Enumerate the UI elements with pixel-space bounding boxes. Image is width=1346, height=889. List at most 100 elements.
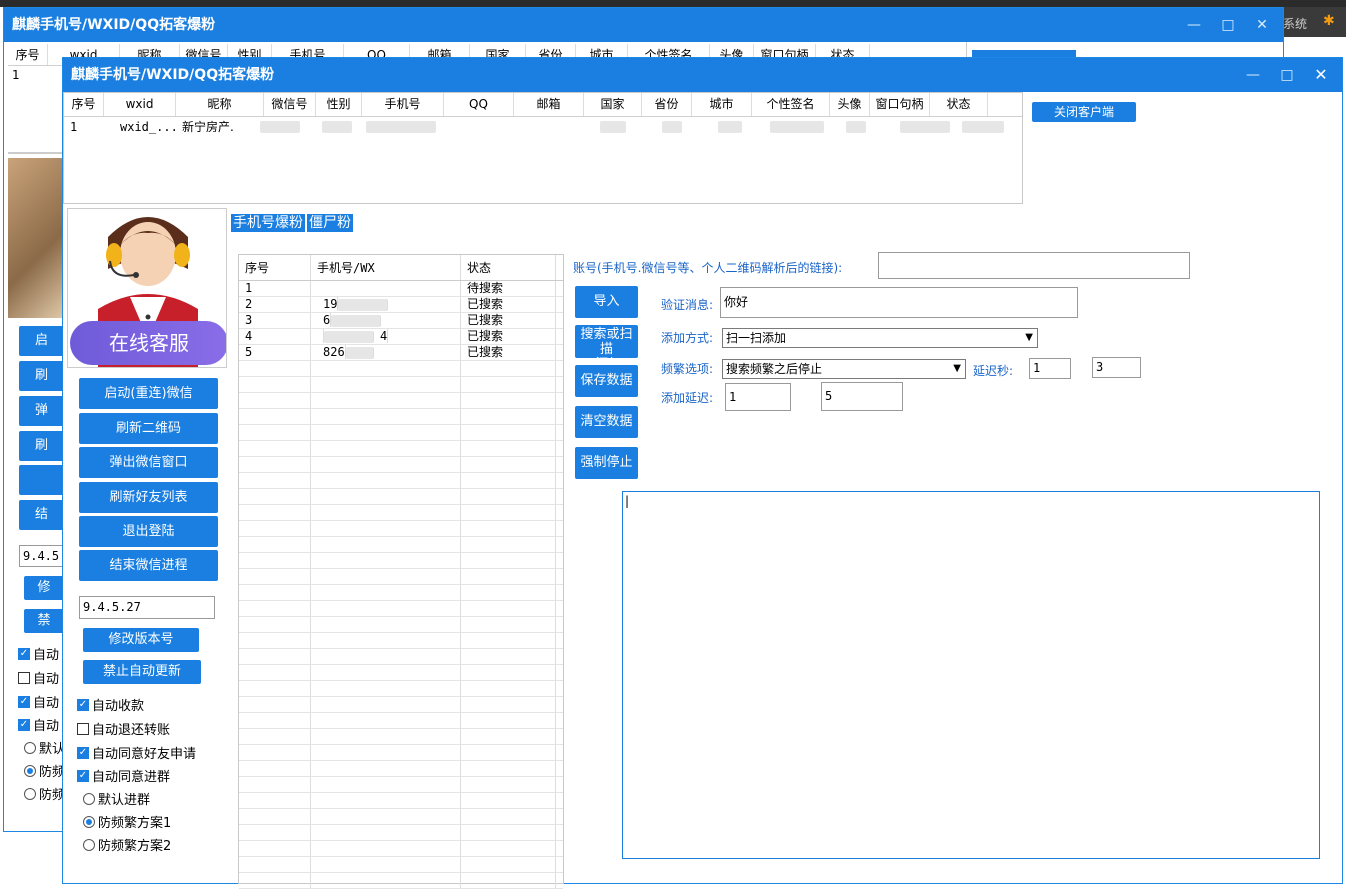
auto-accept-friend-checkbox[interactable]: ✓ 自动同意好友申请 <box>77 743 196 762</box>
background-app-text: 系统 <box>1283 17 1308 31</box>
refresh-friend-list-button[interactable]: 刷新好友列表 <box>79 482 218 513</box>
import-button[interactable]: 导入 <box>575 286 638 318</box>
version-input[interactable]: 9.4.5.27 <box>79 596 215 619</box>
back-minimize-icon[interactable]: — <box>1177 8 1211 42</box>
client-column-header[interactable]: 昵称 <box>176 93 264 116</box>
disable-auto-update-button[interactable]: 禁止自动更新 <box>83 660 201 684</box>
back-maximize-icon[interactable]: □ <box>1211 8 1245 42</box>
refresh-qrcode-button[interactable]: 刷新二维码 <box>79 413 218 444</box>
client-column-header[interactable]: 窗口句柄 <box>870 93 930 116</box>
default-join-radio[interactable]: 默认进群 <box>83 789 150 808</box>
back-start-button[interactable]: 启 <box>19 326 64 356</box>
empty-table-row <box>239 489 563 505</box>
minimize-icon[interactable]: — <box>1236 58 1270 92</box>
empty-table-row <box>239 809 563 825</box>
clear-data-button[interactable]: 清空数据 <box>575 406 638 438</box>
client-column-header[interactable]: 头像 <box>830 93 870 116</box>
table-row[interactable]: 3 6 已搜索 <box>239 313 563 329</box>
back-logout-button[interactable] <box>19 465 64 495</box>
back-radio[interactable]: 默认 <box>24 738 65 757</box>
client-column-header[interactable]: 序号 <box>64 93 104 116</box>
table-row[interactable]: 2 19 已搜索 <box>239 297 563 313</box>
frequency-option-select[interactable]: 搜索频繁之后停止 ▼ <box>722 359 966 379</box>
back-refresh-friends-button[interactable]: 刷 <box>19 431 64 461</box>
verify-message-input[interactable]: 你好 <box>720 287 1078 318</box>
back-close-icon[interactable]: ✕ <box>1245 8 1279 42</box>
client-column-header[interactable]: 国家 <box>584 93 642 116</box>
row-status: 已搜索 <box>461 329 556 344</box>
end-wechat-process-button[interactable]: 结束微信进程 <box>79 550 218 581</box>
client-column-header[interactable]: 微信号 <box>264 93 316 116</box>
back-checkbox[interactable]: ✓ 自动 <box>18 715 59 734</box>
client-column-header[interactable]: 性别 <box>316 93 362 116</box>
back-modify-version-button[interactable]: 修 <box>24 576 64 600</box>
column-header: 手机号/WX <box>311 255 461 280</box>
client-column-header[interactable]: 省份 <box>642 93 692 116</box>
checkbox-checked-icon: ✓ <box>18 718 30 731</box>
back-disable-update-button[interactable]: 禁 <box>24 609 64 633</box>
start-wechat-button[interactable]: 启动(重连)微信 <box>79 378 218 409</box>
back-checkbox[interactable]: ✓ 自动 <box>18 692 59 711</box>
checkbox-label: 自动同意好友申请 <box>92 747 197 762</box>
client-column-header[interactable]: 手机号 <box>362 93 444 116</box>
back-radio[interactable]: 防频 <box>24 784 65 803</box>
force-stop-button[interactable]: 强制停止 <box>575 447 638 479</box>
anti-frequent-plan2-radio[interactable]: 防频繁方案2 <box>83 835 171 854</box>
auto-receive-checkbox[interactable]: ✓ 自动收款 <box>77 695 144 714</box>
redacted-cell <box>962 121 1004 133</box>
table-row[interactable]: 1 wxid_... 新宁房产. <box>64 118 1022 136</box>
empty-table-row <box>239 361 563 377</box>
table-row[interactable]: 5 826 已搜索 <box>239 345 563 361</box>
log-textarea[interactable]: | <box>622 491 1320 859</box>
back-version-input[interactable]: 9.4.5.2 <box>19 545 74 567</box>
back-refresh-button[interactable]: 刷 <box>19 361 64 391</box>
logout-button[interactable]: 退出登陆 <box>79 516 218 547</box>
client-column-header[interactable]: wxid <box>104 93 176 116</box>
add-method-select[interactable]: 扫一扫添加 ▼ <box>722 328 1038 348</box>
search-scan-add-button[interactable]: 搜索或扫描 /添加 <box>575 325 638 372</box>
table-row[interactable]: 1 待搜索 <box>239 281 563 297</box>
delay-seconds-max-input[interactable]: 3 <box>1092 357 1141 378</box>
client-column-header[interactable]: 邮箱 <box>514 93 584 116</box>
back-window-title: 麒麟手机号/WXID/QQ拓客爆粉 <box>12 17 216 33</box>
account-input[interactable] <box>878 252 1190 279</box>
radio-icon <box>83 838 95 851</box>
popup-wechat-window-button[interactable]: 弹出微信窗口 <box>79 447 218 478</box>
client-column-header[interactable]: 城市 <box>692 93 752 116</box>
tab-zombie-fans[interactable]: 僵尸粉 <box>307 214 353 232</box>
redacted-cell <box>322 121 352 133</box>
client-column-header[interactable]: 个性签名 <box>752 93 830 116</box>
auto-refund-checkbox[interactable]: 自动退还转账 <box>77 719 170 738</box>
close-icon[interactable]: ✕ <box>1304 58 1338 92</box>
delay-seconds-min-input[interactable]: 1 <box>1029 358 1071 379</box>
client-column-header[interactable]: QQ <box>444 93 514 116</box>
add-delay-min-input[interactable]: 1 <box>725 383 791 411</box>
empty-table-row <box>239 409 563 425</box>
auto-join-group-checkbox[interactable]: ✓ 自动同意进群 <box>77 766 170 785</box>
radio-selected-icon <box>83 815 95 828</box>
back-end-button[interactable]: 结 <box>19 500 64 530</box>
maximize-icon[interactable]: □ <box>1270 58 1304 92</box>
back-popup-button[interactable]: 弹 <box>19 396 64 426</box>
empty-table-row <box>239 617 563 633</box>
back-checkbox[interactable]: ✓ 自动 <box>18 644 59 663</box>
row-status: 已搜索 <box>461 297 556 312</box>
back-radio[interactable]: 防频 <box>24 761 65 780</box>
close-client-button[interactable]: 关闭客户端 <box>1032 102 1136 122</box>
verify-message-label: 验证消息: <box>661 298 714 312</box>
table-row[interactable]: 4 4 已搜索 <box>239 329 563 345</box>
desktop-top-strip <box>0 0 1346 7</box>
save-data-button[interactable]: 保存数据 <box>575 365 638 397</box>
checkbox-label: 自动收款 <box>92 699 145 714</box>
redacted-cell <box>662 121 682 133</box>
title-bar: 麒麟手机号/WXID/QQ拓客爆粉 — □ ✕ <box>63 58 1342 92</box>
back-column-header[interactable]: 序号 <box>8 44 48 65</box>
redacted-cell <box>718 121 742 133</box>
tab-phone-fans[interactable]: 手机号爆粉 <box>231 214 305 232</box>
client-column-header[interactable]: 状态 <box>930 93 988 116</box>
redacted-cell <box>324 330 374 343</box>
back-checkbox[interactable]: 自动 <box>18 668 59 687</box>
anti-frequent-plan1-radio[interactable]: 防频繁方案1 <box>83 812 171 831</box>
add-delay-max-input[interactable]: 5 <box>821 382 903 411</box>
modify-version-button[interactable]: 修改版本号 <box>83 628 199 652</box>
